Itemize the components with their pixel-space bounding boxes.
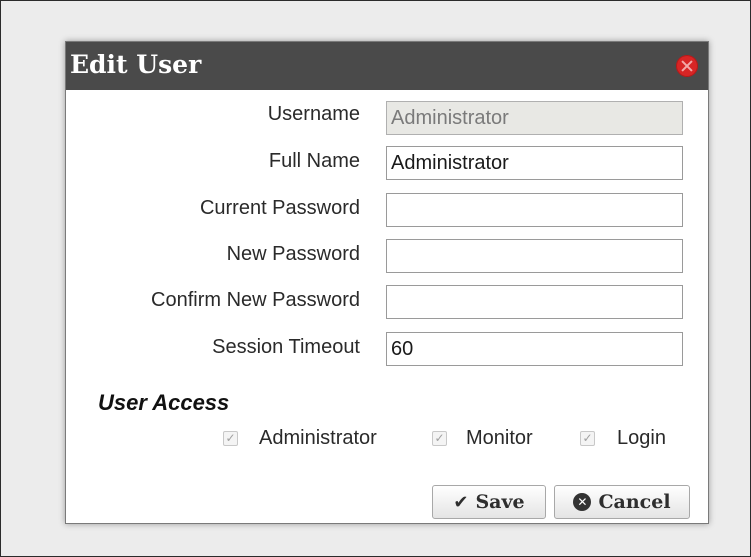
new-password-label: New Password (226, 243, 360, 265)
username-label: Username (267, 103, 360, 125)
save-button[interactable]: ✔ Save (432, 485, 546, 519)
close-icon[interactable] (676, 55, 698, 77)
confirm-password-field[interactable] (386, 285, 683, 319)
new-password-field[interactable] (386, 239, 683, 273)
session-timeout-label: Session Timeout (212, 336, 360, 358)
administrator-checkbox[interactable]: ✓ (223, 431, 238, 446)
edit-user-dialog: Edit User Username Administrator Full Na… (65, 41, 709, 524)
full-name-label: Full Name (268, 150, 360, 172)
save-button-label: Save (475, 491, 525, 513)
screen-frame: Edit User Username Administrator Full Na… (0, 0, 751, 557)
username-field: Administrator (386, 101, 683, 135)
cancel-button[interactable]: ✕ Cancel (554, 485, 690, 519)
dialog-titlebar: Edit User (66, 42, 708, 90)
user-access-title: User Access (98, 390, 230, 415)
monitor-checkbox-label: Monitor (466, 427, 533, 449)
administrator-checkbox-label: Administrator (259, 427, 377, 449)
cancel-button-label: Cancel (598, 491, 671, 513)
session-timeout-field[interactable]: 60 (386, 332, 683, 366)
close-circle-icon: ✕ (573, 493, 592, 511)
login-checkbox[interactable]: ✓ (580, 431, 595, 446)
full-name-field[interactable]: Administrator (386, 146, 683, 180)
confirm-password-label: Confirm New Password (151, 289, 360, 311)
current-password-label: Current Password (199, 197, 360, 219)
current-password-field[interactable] (386, 193, 683, 227)
monitor-checkbox[interactable]: ✓ (432, 431, 447, 446)
dialog-title: Edit User (70, 50, 202, 79)
login-checkbox-label: Login (617, 427, 666, 449)
checkmark-icon: ✔ (453, 491, 469, 513)
